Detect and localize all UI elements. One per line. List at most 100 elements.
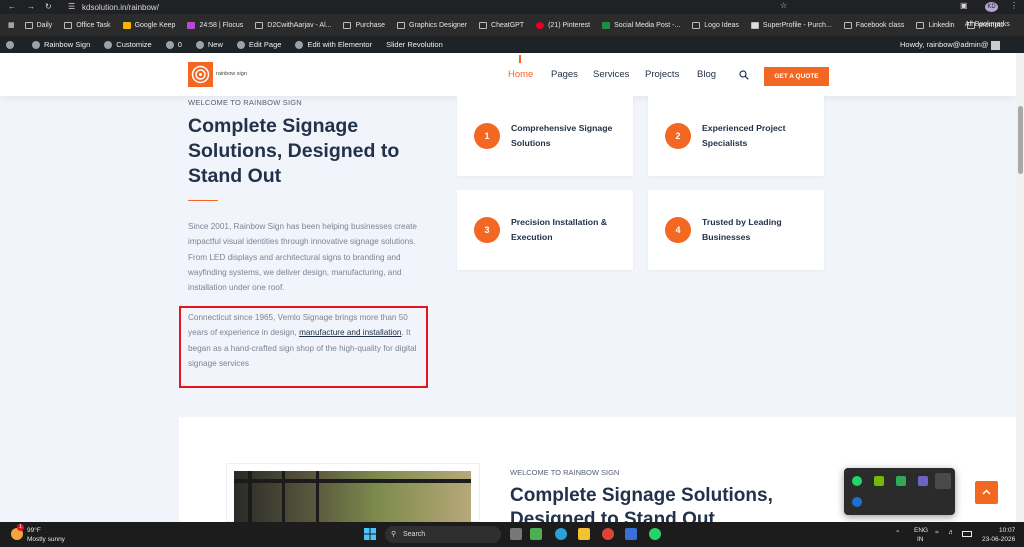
logo-text: rainbow sign	[216, 71, 247, 77]
highlight-paragraph: Connecticut since 1965, Vemlo Signage br…	[188, 313, 417, 368]
feature-number-badge: 2	[665, 123, 691, 149]
superprofile-icon	[750, 21, 759, 29]
user-avatar-icon	[990, 40, 1000, 50]
bookmark[interactable]: D2CwithAarjav - Al...	[255, 21, 331, 29]
keep-icon	[122, 21, 131, 29]
whatsapp-taskbar-icon[interactable]	[649, 528, 661, 540]
bookmark[interactable]: CheatGPT	[479, 21, 524, 29]
clock-time[interactable]: 10:07	[999, 527, 1015, 534]
weather-desc[interactable]: Mostly sunny	[27, 536, 65, 543]
bookmark[interactable]: Logo Ideas	[692, 21, 739, 29]
language-top[interactable]: ENG	[914, 527, 928, 534]
profile-avatar[interactable]: KD	[985, 2, 998, 12]
all-bookmarks[interactable]: All Bookmarks	[965, 21, 1010, 28]
site-info-icon[interactable]: ☰	[68, 2, 75, 11]
feature-number-badge: 4	[665, 217, 691, 243]
wordpress-icon[interactable]	[6, 40, 18, 49]
plus-icon	[195, 40, 204, 49]
edge-icon[interactable]	[555, 528, 567, 540]
wp-howdy[interactable]: Howdy, rainbow@admin@	[900, 40, 1000, 50]
nav-home[interactable]: Home	[508, 69, 533, 80]
scrollbar-thumb[interactable]	[1018, 106, 1023, 174]
flocus-icon	[187, 21, 196, 29]
file-explorer-icon[interactable]	[578, 528, 590, 540]
get-a-quote-button[interactable]: GET A QUOTE	[764, 67, 829, 86]
reload-icon[interactable]: ↻	[45, 2, 52, 11]
nav-projects[interactable]: Projects	[645, 69, 679, 80]
folder-icon	[397, 21, 406, 29]
sheets-icon	[602, 21, 611, 29]
bookmark[interactable]: Daily	[24, 21, 52, 29]
hero-divider	[188, 200, 218, 201]
wp-site-name[interactable]: Rainbow Sign	[32, 40, 90, 49]
address-bar[interactable]: kdsolution.in/rainbow/	[82, 3, 159, 12]
bookmark[interactable]: 24:58 | Flocus	[187, 21, 243, 29]
apps-icon[interactable]: ▦	[8, 21, 15, 29]
feature-label: Experienced Project Specialists	[702, 123, 786, 148]
folder-icon	[24, 21, 33, 29]
taskbar-search[interactable]: ⚲ Search	[385, 526, 501, 543]
extensions-icon[interactable]: ▣	[960, 1, 968, 10]
pencil-icon	[236, 40, 245, 49]
bookmark[interactable]: Linkedin	[916, 21, 955, 29]
folder-icon	[692, 21, 701, 29]
weather-temp[interactable]: 99°F	[27, 527, 41, 534]
nav-pages[interactable]: Pages	[551, 69, 578, 80]
quick-share-icon[interactable]	[896, 476, 906, 486]
hero-eyebrow: WELCOME TO RAINBOW SIGN	[188, 98, 302, 107]
bookmark[interactable]: Social Media Post -...	[602, 21, 680, 29]
volume-icon[interactable]: ♬	[948, 529, 955, 536]
bookmark[interactable]: SuperProfile - Purch...	[750, 21, 832, 29]
wp-edit-page[interactable]: Edit Page	[236, 40, 281, 49]
bookmark-star-icon[interactable]: ☆	[780, 1, 787, 10]
browser-toolbar: ← → ↻ ☰ kdsolution.in/rainbow/ ☆ ▣ KD ⋮	[0, 0, 1024, 14]
bookmark[interactable]: Graphics Designer	[397, 21, 467, 29]
hero-title: Complete Signage Solutions, Designed to …	[188, 115, 400, 187]
forward-icon[interactable]: →	[27, 2, 35, 11]
hero-paragraph: Since 2001, Rainbow Sign has been helpin…	[188, 222, 417, 293]
wp-customize[interactable]: Customize	[104, 40, 152, 49]
bookmark[interactable]: Google Keep	[122, 21, 175, 29]
whatsapp-icon[interactable]	[852, 476, 862, 486]
feature-card: 1 Comprehensive Signage Solutions	[457, 96, 633, 176]
tray-chevron-icon[interactable]: ⌃	[895, 529, 900, 537]
bluetooth-icon[interactable]	[852, 497, 862, 507]
back-icon[interactable]: ←	[8, 2, 16, 11]
wp-slider-revolution[interactable]: Slider Revolution	[386, 40, 443, 49]
language-bottom[interactable]: IN	[917, 536, 924, 543]
task-view-icon[interactable]	[510, 528, 522, 540]
site-header: rainbow sign Home Pages Services Project…	[0, 53, 1016, 96]
wp-comments[interactable]: 0	[165, 40, 182, 49]
app-tray-icon[interactable]	[918, 476, 928, 486]
signage-photo	[234, 471, 471, 522]
home-icon	[32, 40, 40, 49]
bookmark[interactable]: Facebook class	[843, 21, 904, 29]
nav-services[interactable]: Services	[593, 69, 629, 80]
pinterest-icon	[536, 21, 545, 29]
folder-icon	[843, 21, 852, 29]
windows-taskbar: 1 99°F Mostly sunny ⚲ Search ⌃ ENG IN ≈ …	[0, 522, 1024, 547]
manufacture-link[interactable]: manufacture and installation	[299, 328, 401, 337]
menu-icon[interactable]: ⋮	[1010, 1, 1018, 10]
start-icon[interactable]	[364, 528, 376, 540]
folder-icon	[343, 21, 352, 29]
site-logo[interactable]	[188, 62, 213, 87]
chrome-icon[interactable]	[602, 528, 614, 540]
scroll-to-top-button[interactable]	[975, 481, 998, 504]
tray-overflow-popup	[844, 468, 955, 515]
battery-icon[interactable]	[962, 531, 972, 537]
bookmark[interactable]: Office Task	[64, 21, 111, 29]
app-icon[interactable]	[625, 528, 637, 540]
app-icon[interactable]	[530, 528, 542, 540]
clock-date[interactable]: 23-06-2026	[982, 536, 1015, 543]
folder-icon	[916, 21, 925, 29]
nav-blog[interactable]: Blog	[697, 69, 716, 80]
search-icon[interactable]	[739, 70, 749, 80]
wp-elementor[interactable]: Edit with Elementor	[295, 40, 372, 49]
nvidia-icon[interactable]	[874, 476, 884, 486]
wifi-icon[interactable]: ≈	[935, 529, 939, 536]
wp-new[interactable]: New	[195, 40, 223, 49]
bookmark[interactable]: Purchase	[343, 21, 385, 29]
onedrive-icon[interactable]	[935, 473, 951, 489]
bookmark[interactable]: (21) Pinterest	[536, 21, 590, 29]
